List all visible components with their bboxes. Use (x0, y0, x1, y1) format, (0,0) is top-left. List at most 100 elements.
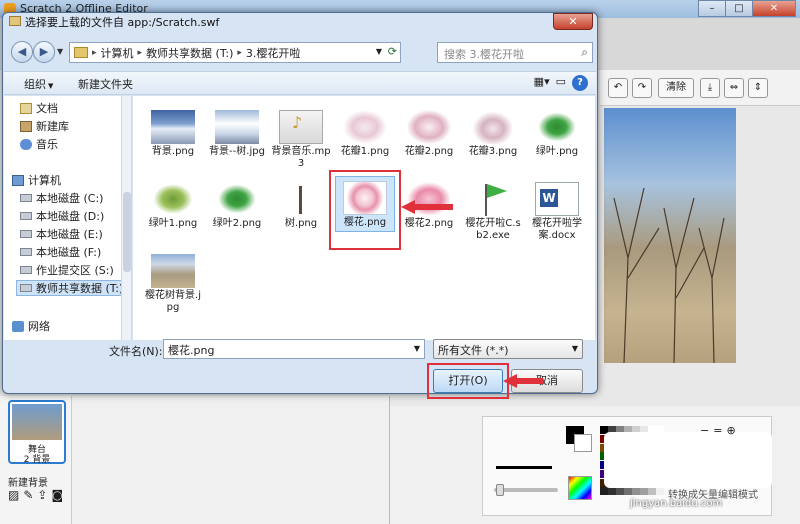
palette-color-swatch[interactable] (656, 487, 664, 496)
nav-scrollbar-thumb[interactable] (123, 192, 131, 272)
import-icon[interactable]: ⤓ (700, 78, 720, 98)
help-icon[interactable]: ? (572, 75, 588, 91)
nav-item-drive-t[interactable]: 教师共享数据 (T:) (16, 280, 130, 296)
file-item[interactable]: 背景--树.jpg (207, 110, 267, 158)
file-item[interactable]: 花瓣2.png (399, 110, 459, 158)
nav-item-music[interactable]: 音乐 (20, 136, 58, 152)
nav-item-computer[interactable]: 计算机 (12, 172, 61, 188)
image-thumbnail (215, 110, 259, 144)
preview-pane-icon[interactable]: ▭ (556, 75, 566, 91)
file-item[interactable]: 绿叶2.png (207, 182, 267, 230)
zoom-reset-icon[interactable]: = (713, 424, 722, 437)
zoom-tools: − = ⊕ (700, 424, 736, 437)
nav-item-new-library[interactable]: 新建库 (20, 118, 69, 134)
annotation-highlight-box (329, 170, 401, 250)
file-item[interactable]: 绿叶1.png (143, 182, 203, 230)
palette-color-swatch[interactable] (648, 487, 656, 496)
network-drive-icon (20, 284, 32, 292)
redo-icon[interactable]: ↷ (632, 78, 652, 98)
file-item[interactable]: 花瓣1.png (335, 110, 395, 158)
chevron-down-icon[interactable]: ▼ (414, 344, 420, 353)
nav-item-label: 教师共享数据 (T:) (36, 282, 124, 295)
color-picker-icon[interactable] (568, 476, 592, 500)
dialog-folder-icon (9, 16, 21, 26)
brush-size-knob[interactable] (496, 484, 504, 496)
camera-icon[interactable]: ◙ (51, 488, 63, 502)
folder-icon (74, 47, 88, 58)
music-icon (20, 138, 32, 150)
paint-backdrop-icon[interactable]: ✎ (23, 488, 33, 502)
file-list: 背景.png 背景--树.jpg 背景音乐.mp3 花瓣1.png 花瓣2.pn… (133, 96, 595, 340)
flip-vertical-icon[interactable]: ⇕ (748, 78, 768, 98)
nav-item-drive-s[interactable]: 作业提交区 (S:) (20, 262, 114, 278)
undo-icon[interactable]: ↶ (608, 78, 628, 98)
stage-thumbnail[interactable]: 舞台 2 背景 (8, 400, 66, 465)
zoom-out-icon[interactable]: − (700, 424, 709, 437)
file-item[interactable]: 背景.png (143, 110, 203, 158)
recent-locations-dropdown-icon[interactable]: ▼ (57, 47, 63, 56)
nav-item-drive-e[interactable]: 本地磁盘 (E:) (20, 226, 103, 242)
new-backdrop-tools: ▨ ✎ ⇪ ◙ (8, 488, 63, 502)
image-thumbnail (215, 182, 259, 216)
image-thumbnail (151, 110, 195, 144)
refresh-icon[interactable]: ⟳ (388, 45, 397, 58)
nav-item-drive-c[interactable]: 本地磁盘 (C:) (20, 190, 103, 206)
window-controls: – □ ✕ (698, 0, 796, 17)
breadcrumb-computer[interactable]: 计算机 (101, 45, 134, 61)
zoom-in-icon[interactable]: ⊕ (726, 424, 735, 437)
breadcrumb-folder[interactable]: 3.樱花开啦 (246, 45, 301, 61)
nav-item-documents[interactable]: 文档 (20, 100, 58, 116)
file-item[interactable]: 树.png (271, 182, 331, 230)
file-type-select[interactable]: 所有文件 (*.*) ▼ (433, 339, 583, 359)
palette-color-swatch[interactable] (624, 487, 632, 496)
drive-icon (20, 248, 32, 256)
palette-color-swatch[interactable] (640, 487, 648, 496)
address-dropdown-icon[interactable]: ▼ (376, 47, 382, 56)
maximize-button[interactable]: □ (725, 0, 753, 17)
filename-input[interactable]: 樱花.png ▼ (163, 339, 425, 359)
forward-arrow-icon[interactable]: ▶ (33, 41, 55, 63)
minimize-button[interactable]: – (698, 0, 726, 17)
file-item[interactable]: 樱花开啦C.sb2.exe (463, 182, 523, 242)
close-window-button[interactable]: ✕ (752, 0, 796, 17)
search-icon[interactable]: ⌕ (581, 45, 588, 60)
file-item[interactable]: 绿叶.png (527, 110, 587, 158)
search-placeholder: 搜索 3.樱花开啦 (444, 48, 524, 61)
command-bar: 组织 ▼ 新建文件夹 ▦▾ ▭ ? (4, 71, 596, 95)
choose-backdrop-icon[interactable]: ▨ (8, 488, 19, 502)
nav-item-drive-f[interactable]: 本地磁盘 (F:) (20, 244, 101, 260)
file-name: 背景.png (151, 146, 195, 157)
palette-color-swatch[interactable] (608, 487, 616, 496)
file-item[interactable]: 樱花开啦学案.docx (527, 182, 587, 242)
stage-thumbnail-image (12, 404, 62, 440)
flip-horizontal-icon[interactable]: ⇔ (724, 78, 744, 98)
search-input[interactable]: 搜索 3.樱花开啦 ⌕ (437, 42, 593, 63)
image-thumbnail (471, 110, 515, 144)
new-folder-button[interactable]: 新建文件夹 (78, 76, 133, 92)
file-open-dialog: 选择要上载的文件自 app:/Scratch.swf ✕ ◀ ▶ ▼ ▸ 计算机… (2, 12, 598, 399)
back-arrow-icon[interactable]: ◀ (11, 41, 33, 63)
organize-menu[interactable]: 组织 ▼ (24, 76, 53, 92)
palette-color-swatch[interactable] (600, 487, 608, 496)
upload-backdrop-icon[interactable]: ⇪ (37, 488, 47, 502)
breadcrumb-drive[interactable]: 教师共享数据 (T:) (146, 45, 233, 61)
secondary-color-swatch[interactable] (574, 434, 592, 452)
library-icon (20, 120, 32, 132)
file-item[interactable]: 樱花树背景.jpg (143, 254, 203, 314)
nav-scrollbar[interactable] (121, 96, 131, 340)
nav-item-label: 本地磁盘 (D:) (36, 210, 105, 223)
nav-item-network[interactable]: 网络 (12, 318, 50, 334)
file-name: 背景音乐.mp3 (271, 146, 331, 169)
palette-color-swatch[interactable] (616, 487, 624, 496)
address-bar[interactable]: ▸ 计算机 ▸ 教师共享数据 (T:) ▸ 3.樱花开啦 ▼ ⟳ (69, 42, 401, 63)
file-name: 樱花开啦C.sb2.exe (465, 218, 521, 241)
file-item[interactable]: 花瓣3.png (463, 110, 523, 158)
file-item[interactable]: 背景音乐.mp3 (271, 110, 331, 170)
dialog-close-button[interactable]: ✕ (553, 13, 593, 30)
nav-item-drive-d[interactable]: 本地磁盘 (D:) (20, 208, 104, 224)
palette-color-swatch[interactable] (632, 487, 640, 496)
change-view-icon[interactable]: ▦▾ (534, 75, 550, 91)
clear-button[interactable]: 清除 (658, 78, 694, 98)
nav-item-label: 本地磁盘 (F:) (36, 246, 102, 259)
drive-icon (20, 212, 32, 220)
